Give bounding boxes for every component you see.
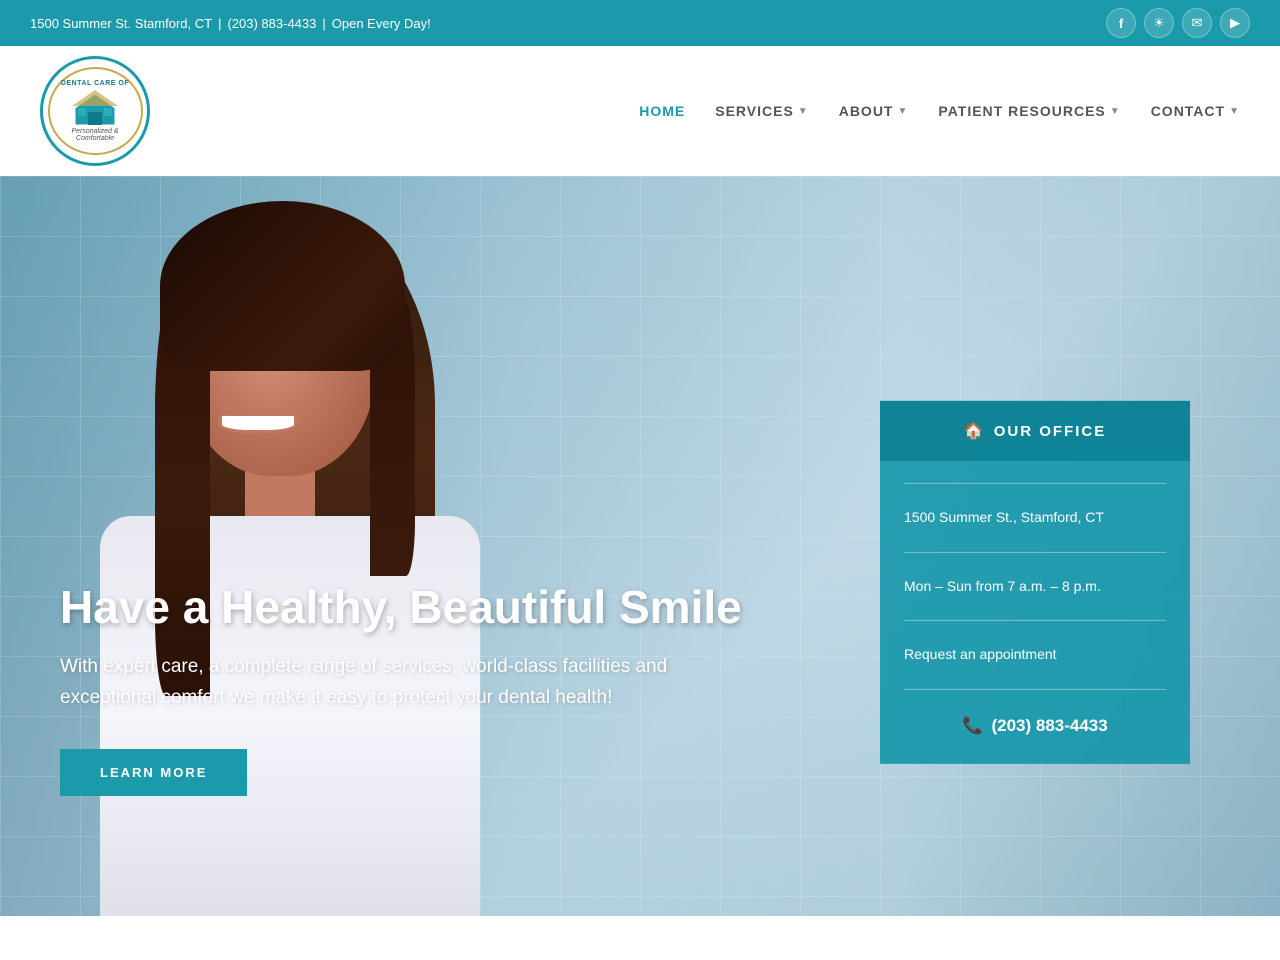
address: 1500 Summer St. Stamford, CT (30, 16, 212, 31)
nav-patient-resources[interactable]: PATIENT RESOURCES ▼ (938, 103, 1120, 119)
main-nav: HOME SERVICES ▼ ABOUT ▼ PATIENT RESOURCE… (639, 103, 1240, 119)
hero-subtitle: With expert care, a complete range of se… (60, 652, 680, 713)
logo-circle: DENTAL CARE of Personalized & Comfortabl… (40, 56, 150, 166)
divider4 (904, 689, 1166, 690)
office-hours: Mon – Sun from 7 a.m. – 8 p.m. (904, 564, 1166, 608)
instagram-icon[interactable]: ☀ (1144, 8, 1174, 38)
teeth (222, 416, 294, 430)
top-bar: 1500 Summer St. Stamford, CT | (203) 883… (0, 0, 1280, 46)
chevron-down-icon: ▼ (897, 106, 908, 117)
email-icon[interactable]: ✉ (1182, 8, 1212, 38)
header: DENTAL CARE of Personalized & Comfortabl… (0, 46, 1280, 176)
nav-about[interactable]: ABOUT ▼ (839, 103, 909, 119)
learn-more-button[interactable]: LEARN MORE (60, 749, 247, 796)
chevron-down-icon: ▼ (1229, 106, 1240, 117)
logo-inner: DENTAL CARE of Personalized & Comfortabl… (48, 67, 143, 155)
nav-contact[interactable]: CONTACT ▼ (1151, 103, 1240, 119)
logo-text-line1: DENTAL CARE of (61, 80, 129, 87)
hours: Open Every Day! (332, 16, 431, 31)
separator2: | (322, 16, 325, 31)
office-card: 🏠 OUR OFFICE 1500 Summer St., Stamford, … (880, 401, 1190, 764)
office-address: 1500 Summer St., Stamford, CT (904, 496, 1166, 540)
phone-top: (203) 883-4433 (227, 16, 316, 31)
separator1: | (218, 16, 221, 31)
hero-title: Have a Healthy, Beautiful Smile (60, 582, 760, 633)
divider1 (904, 483, 1166, 484)
appointment-link[interactable]: Request an appointment (904, 633, 1166, 677)
facebook-icon[interactable]: f (1106, 8, 1136, 38)
social-icons: f ☀ ✉ ▶ (1106, 8, 1250, 38)
phone-icon: 📞 (962, 716, 983, 736)
hero-woman-photo (0, 176, 600, 916)
nav-home[interactable]: HOME (639, 103, 685, 119)
divider3 (904, 620, 1166, 621)
hair-front (160, 201, 405, 371)
office-card-header: 🏠 OUR OFFICE (880, 401, 1190, 461)
chevron-down-icon: ▼ (1110, 106, 1121, 117)
hero-content: Have a Healthy, Beautiful Smile With exp… (60, 582, 760, 796)
logo-building-graphic (70, 90, 120, 125)
nav-services[interactable]: SERVICES ▼ (715, 103, 808, 119)
logo-text-line3: Personalized & Comfortable (55, 128, 136, 142)
office-phone: 📞 (203) 883-4433 (904, 702, 1166, 740)
youtube-icon[interactable]: ▶ (1220, 8, 1250, 38)
divider2 (904, 551, 1166, 552)
logo[interactable]: DENTAL CARE of Personalized & Comfortabl… (40, 56, 150, 166)
hero-section: Have a Healthy, Beautiful Smile With exp… (0, 176, 1280, 916)
chevron-down-icon: ▼ (798, 106, 809, 117)
top-bar-info: 1500 Summer St. Stamford, CT | (203) 883… (30, 16, 431, 31)
house-icon: 🏠 (964, 421, 986, 441)
office-card-body: 1500 Summer St., Stamford, CT Mon – Sun … (880, 461, 1190, 764)
